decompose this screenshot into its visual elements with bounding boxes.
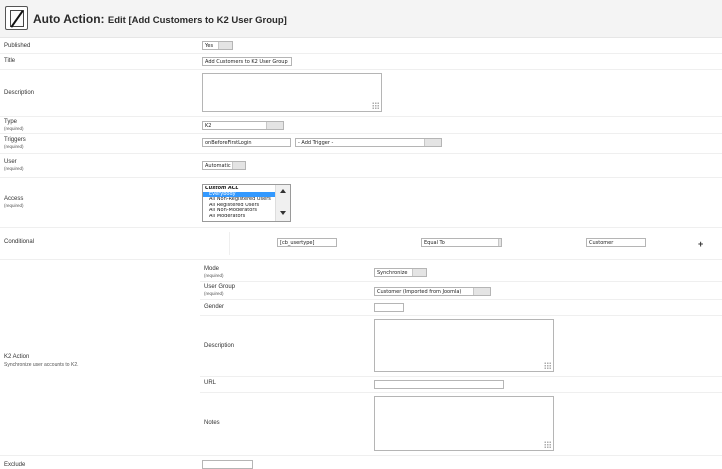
required-note: (required)	[4, 166, 24, 171]
scroll-up-icon[interactable]	[280, 189, 286, 193]
row-divider	[0, 177, 722, 178]
triggers-label: Triggers (required)	[4, 137, 26, 149]
k2-description-label: Description	[204, 343, 235, 349]
row-divider	[0, 259, 722, 260]
mode-label: Mode (required)	[204, 266, 224, 278]
published-label: Published	[4, 43, 31, 49]
k2-action-label-text: K2 Action	[4, 354, 30, 360]
description-label: Description	[4, 90, 35, 96]
title-label: Title	[4, 58, 16, 64]
add-trigger-dropdown-button[interactable]	[424, 139, 441, 146]
row-divider	[0, 116, 722, 117]
user-value: Automatic	[205, 163, 231, 169]
description-textarea[interactable]	[202, 73, 382, 112]
resize-handle[interactable]	[372, 102, 379, 109]
title-input[interactable]: Add Customers to K2 User Group	[202, 57, 292, 66]
conditional-field-input[interactable]: [cb_usertype]	[277, 238, 337, 247]
user-label: User (required)	[4, 159, 24, 171]
row-divider	[0, 455, 722, 456]
type-dropdown-button[interactable]	[266, 122, 283, 129]
mode-select[interactable]: Synchronize	[374, 268, 427, 277]
row-divider	[200, 392, 722, 393]
type-label: Type (required)	[4, 119, 24, 131]
gender-label: Gender	[204, 304, 225, 310]
user-group-value: Customer (Imported from Joomla)	[377, 289, 462, 295]
resize-handle[interactable]	[544, 441, 551, 448]
row-divider	[0, 69, 722, 70]
row-divider	[0, 153, 722, 154]
row-divider	[0, 227, 722, 228]
scroll-down-icon[interactable]	[280, 211, 286, 215]
user-group-label-text: User Group	[204, 284, 236, 290]
required-note: (required)	[204, 291, 224, 296]
access-listbox[interactable]: Custom ACL Everybody All Non-Registered …	[202, 184, 291, 222]
user-group-select[interactable]: Customer (Imported from Joomla)	[374, 287, 491, 296]
user-group-dropdown-button[interactable]	[473, 288, 490, 295]
exclude-label: Exclude	[4, 462, 26, 468]
mode-label-text: Mode	[204, 266, 220, 272]
conditional-operator-dropdown-button[interactable]	[498, 239, 501, 246]
k2-action-label: K2 Action Synchronize user accounts to K…	[4, 354, 79, 368]
url-label: URL	[204, 380, 217, 386]
user-dropdown-button[interactable]	[232, 162, 245, 169]
row-divider	[0, 53, 722, 54]
exclude-input[interactable]	[202, 460, 253, 469]
user-select[interactable]: Automatic	[202, 161, 246, 170]
triggers-input[interactable]: onBeforeFirstLogin	[202, 138, 291, 147]
published-value: Yes	[205, 43, 214, 49]
gender-input[interactable]	[374, 303, 404, 312]
conditional-operator-select[interactable]: Equal To	[421, 238, 502, 247]
row-divider	[200, 315, 722, 316]
conditional-value-input[interactable]: Customer	[586, 238, 646, 247]
url-input[interactable]	[374, 380, 504, 389]
resize-handle[interactable]	[544, 362, 551, 369]
k2-description-textarea[interactable]	[374, 319, 554, 372]
access-label: Access (required)	[4, 196, 24, 208]
notes-textarea[interactable]	[374, 396, 554, 451]
notes-label: Notes	[204, 420, 220, 426]
mode-dropdown-button[interactable]	[412, 269, 426, 276]
row-divider	[0, 133, 722, 134]
required-note: (required)	[4, 144, 24, 149]
row-divider	[200, 376, 722, 377]
page-title-main: Auto Action:	[33, 12, 105, 26]
add-condition-icon[interactable]: +	[698, 239, 703, 249]
type-label-text: Type	[4, 119, 18, 125]
published-select[interactable]: Yes	[202, 41, 233, 50]
required-note: (required)	[4, 126, 24, 131]
user-label-text: User	[4, 159, 17, 165]
type-select[interactable]: K2	[202, 121, 284, 130]
page-title-sub: Edit [Add Customers to K2 User Group]	[107, 15, 287, 26]
row-divider	[200, 299, 722, 300]
user-group-label: User Group (required)	[204, 284, 235, 296]
conditional-operator-value: Equal To	[424, 240, 445, 246]
page-header: Auto Action: Edit [Add Customers to K2 U…	[0, 0, 722, 38]
access-scrollbar[interactable]	[275, 185, 290, 221]
add-trigger-value: - Add Trigger -	[298, 140, 334, 146]
required-note: (required)	[4, 203, 24, 208]
edit-icon	[5, 6, 28, 30]
page-title: Auto Action: Edit [Add Customers to K2 U…	[33, 12, 287, 26]
column-divider	[229, 232, 230, 255]
conditional-label: Conditional	[4, 239, 35, 245]
k2-action-help: Synchronize user accounts to K2.	[4, 362, 79, 368]
type-value: K2	[205, 123, 212, 129]
row-divider	[200, 281, 722, 282]
access-label-text: Access	[4, 196, 24, 202]
access-option[interactable]: All Moderators	[203, 214, 275, 220]
add-trigger-select[interactable]: - Add Trigger -	[295, 138, 442, 147]
triggers-label-text: Triggers	[4, 137, 26, 143]
required-note: (required)	[204, 273, 224, 278]
published-dropdown-button[interactable]	[218, 42, 232, 49]
mode-value: Synchronize	[377, 270, 408, 276]
